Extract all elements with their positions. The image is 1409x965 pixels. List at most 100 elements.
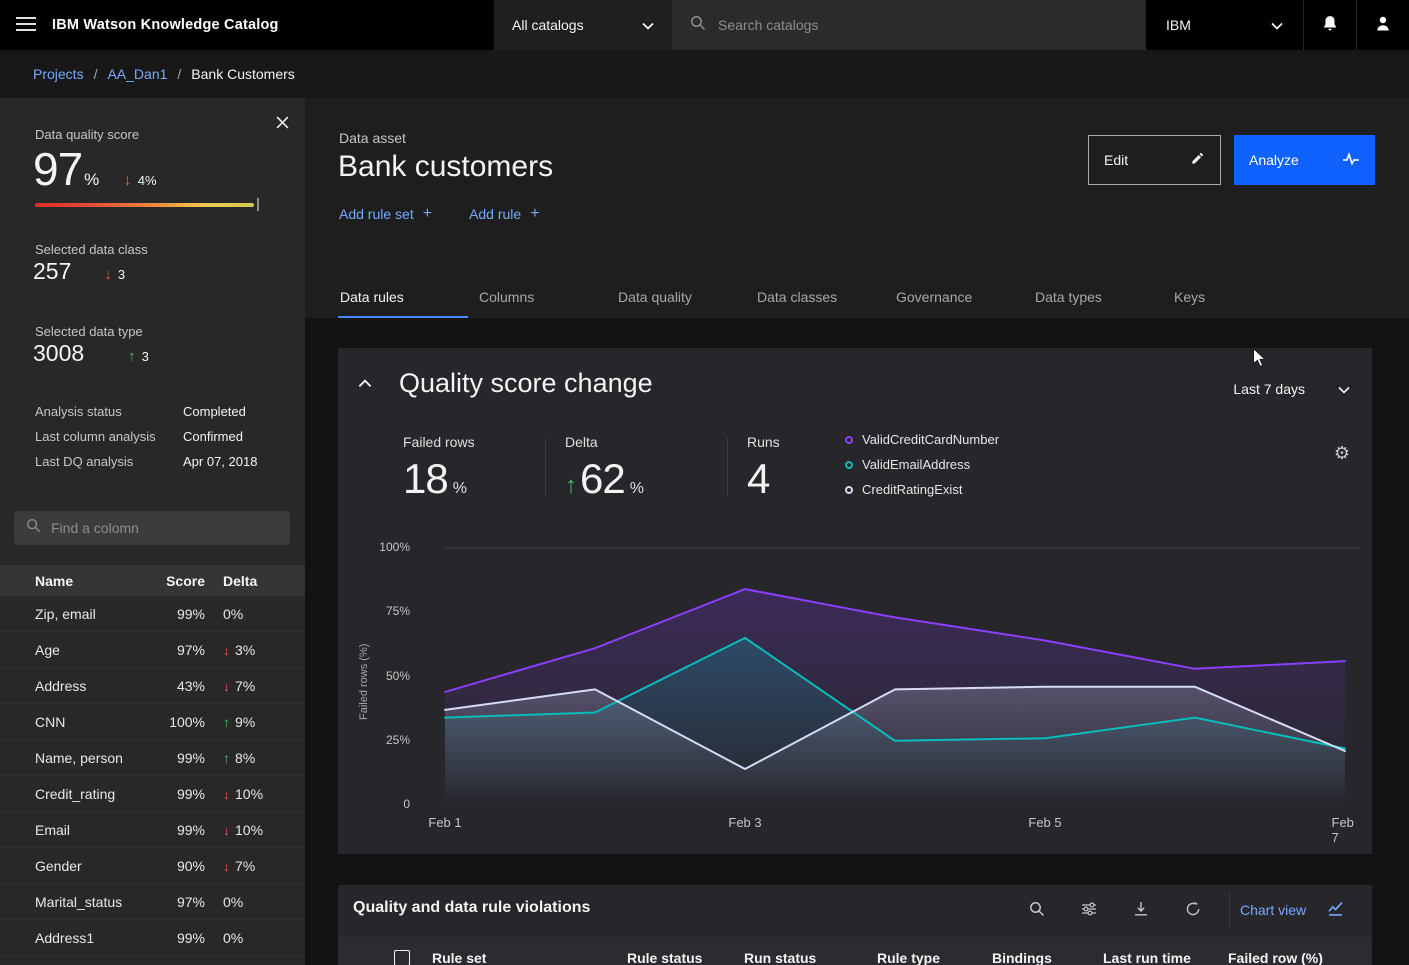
column-delta: ↓ 7%: [205, 678, 277, 694]
chart-settings-button[interactable]: ⚙: [1334, 444, 1350, 462]
failed-rows-metric: Failed rows 18 %: [403, 434, 475, 503]
column-row-marital-status[interactable]: Marital_status97%0%: [0, 884, 305, 920]
collapse-card-button[interactable]: [358, 376, 372, 391]
delta-value: 7%: [235, 678, 255, 694]
legend-item-validemailaddress[interactable]: ValidEmailAddress: [845, 457, 999, 472]
notification-bell-icon: [1322, 15, 1338, 35]
legend-ring-icon: [845, 436, 853, 444]
data-type-delta: 3: [142, 349, 149, 364]
analyze-button[interactable]: Analyze: [1234, 135, 1375, 185]
column-score: 97%: [147, 894, 205, 910]
column-row-gender[interactable]: Gender90%↓7%: [0, 848, 305, 884]
column-delta: ↑8%: [205, 750, 277, 766]
breadcrumb-projects-link[interactable]: Projects: [33, 66, 84, 82]
tab-data-types[interactable]: Data types: [1033, 282, 1163, 319]
edit-button-label: Edit: [1104, 152, 1128, 168]
breadcrumb: Projects / AA_Dan1 / Bank Customers: [0, 50, 1409, 98]
down-arrow-icon: ↓: [223, 678, 230, 694]
time-range-label: Last 7 days: [1233, 381, 1305, 397]
y-tick-label: 75%: [364, 604, 410, 618]
down-arrow-icon: ↓: [223, 642, 230, 658]
meta-value: Completed: [183, 404, 246, 419]
time-range-dropdown[interactable]: Last 7 days: [1233, 381, 1350, 397]
column-row-credit-rating[interactable]: Credit_rating99%↓10%: [0, 776, 305, 812]
add-rule-link[interactable]: Add rule +: [469, 205, 540, 223]
column-name: Age: [35, 642, 147, 658]
chevron-down-icon: [642, 17, 654, 33]
search-icon: [26, 518, 41, 538]
meta-row: Last DQ analysis Apr 07, 2018: [35, 449, 287, 474]
violations-column-bindings: Bindings: [992, 950, 1103, 965]
tab-data-rules[interactable]: Data rules: [338, 282, 468, 319]
find-column-input[interactable]: [51, 520, 278, 536]
column-row-name-person[interactable]: Name, person99%↑8%: [0, 740, 305, 776]
tab-data-classes[interactable]: Data classes: [755, 282, 885, 319]
delta-value: 0%: [223, 930, 243, 946]
catalog-search-input[interactable]: [718, 17, 1127, 33]
column-name: Email: [35, 822, 147, 838]
user-profile-button[interactable]: [1356, 0, 1409, 50]
column-delta: ↓7%: [205, 858, 277, 874]
runs-metric: Runs 4: [747, 434, 780, 503]
filter-settings-button[interactable]: [1063, 894, 1115, 926]
breadcrumb-project-link[interactable]: AA_Dan1: [107, 66, 167, 82]
delta-value: 7%: [235, 858, 255, 874]
column-row-age[interactable]: Age97%↓3%: [0, 632, 305, 668]
chart-legend: ValidCreditCardNumber ValidEmailAddress Cr…: [845, 432, 999, 497]
metric-value: 4: [747, 455, 769, 503]
column-row-cnn[interactable]: CNN100%↑9%: [0, 704, 305, 740]
violations-card: Quality and data rule violations: [338, 885, 1372, 965]
gear-icon: ⚙: [1334, 443, 1350, 463]
violations-column-rule-type: Rule type: [877, 950, 992, 965]
violations-toolbar: [1011, 894, 1219, 926]
legend-item-validcreditcardnumber[interactable]: ValidCreditCardNumber: [845, 432, 999, 447]
tab-data-quality[interactable]: Data quality: [616, 282, 746, 319]
column-delta: 0%: [205, 930, 277, 946]
data-class-delta: 3: [118, 267, 125, 282]
legend-item-creditratingexist[interactable]: CreditRatingExist: [845, 482, 999, 497]
data-type-stat: 3008 ↑ 3: [33, 340, 149, 367]
column-score: 100%: [147, 714, 205, 730]
close-panel-button[interactable]: [276, 116, 289, 132]
metric-label: Failed rows: [403, 434, 475, 450]
column-delta: 0%: [205, 606, 277, 622]
chevron-down-icon: [1271, 17, 1283, 33]
refresh-button[interactable]: [1167, 894, 1219, 926]
column-name: CNN: [35, 714, 147, 730]
add-rule-set-link[interactable]: Add rule set +: [339, 205, 432, 223]
data-type-label: Selected data type: [35, 324, 143, 339]
metric-label: Delta: [565, 434, 644, 450]
column-row-address1[interactable]: Address199%0%: [0, 920, 305, 956]
column-name: Name, person: [35, 750, 147, 766]
down-arrow-icon: ↓: [104, 266, 112, 283]
tab-keys[interactable]: Keys: [1172, 282, 1302, 319]
column-delta: ↑9%: [205, 714, 277, 730]
chart-view-toggle[interactable]: Chart view: [1240, 885, 1343, 935]
catalog-selector-dropdown[interactable]: All catalogs: [494, 0, 672, 50]
card-title: Quality score change: [399, 368, 653, 399]
download-button[interactable]: [1115, 894, 1167, 926]
data-class-stat: 257 ↓ 3: [33, 258, 125, 285]
column-name: Credit_rating: [35, 786, 147, 802]
chevron-up-icon: [358, 376, 372, 391]
column-row-email[interactable]: Email99%↓10%: [0, 812, 305, 848]
account-selector-dropdown[interactable]: IBM: [1145, 0, 1303, 50]
select-all-checkbox[interactable]: [394, 950, 410, 965]
data-class-value: 257: [33, 258, 71, 285]
meta-row: Last column analysis Confirmed: [35, 424, 287, 449]
column-row-address[interactable]: Address43%↓7%: [0, 668, 305, 704]
tab-governance[interactable]: Governance: [894, 282, 1024, 319]
column-delta: ↓3%: [205, 642, 277, 658]
y-tick-label: 0: [364, 797, 410, 811]
notifications-button[interactable]: [1303, 0, 1356, 50]
edit-button[interactable]: Edit: [1088, 135, 1221, 185]
filter-sliders-icon: [1081, 901, 1097, 920]
analysis-meta: Analysis status Completed Last column an…: [35, 399, 287, 474]
table-search-button[interactable]: [1011, 894, 1063, 926]
column-row-zip-email[interactable]: Zip, email99%0%: [0, 596, 305, 632]
delta-metric: Delta ↑ 62 %: [565, 434, 644, 503]
tab-columns[interactable]: Columns: [477, 282, 607, 319]
hamburger-menu-button[interactable]: [0, 0, 52, 50]
column-score-table: Name Score Delta Zip, email99%0%Age97%↓3…: [0, 565, 305, 965]
violations-title: Quality and data rule violations: [353, 899, 590, 917]
